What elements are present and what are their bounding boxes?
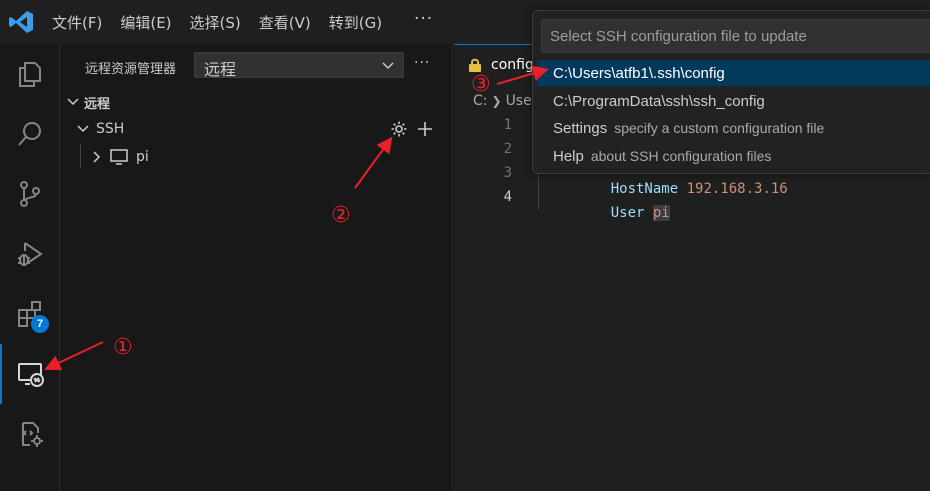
quick-pick-item-description: specify a custom configuration file — [614, 120, 825, 136]
section-remote-header[interactable]: 远程 — [61, 90, 453, 114]
quick-pick-item[interactable]: Settings specify a custom configuration … — [537, 115, 930, 141]
menu-go[interactable]: 转到(G) — [329, 12, 382, 33]
quick-pick-item-label: Settings — [553, 119, 608, 137]
menu-more-button[interactable]: ··· — [414, 9, 433, 29]
ssh-config-quick-pick: Select SSH configuration file to update … — [532, 10, 930, 174]
code-value: pi — [652, 205, 670, 221]
remote-settings-icon — [22, 422, 43, 447]
tab-config-label: config — [491, 56, 534, 73]
quick-pick-item-label: Help — [553, 147, 584, 165]
activity-run-debug[interactable] — [0, 224, 60, 284]
explorer-icon — [19, 62, 41, 87]
tree-item-ssh-label: SSH — [96, 121, 125, 137]
quick-pick-item-description: about SSH configuration files — [590, 148, 772, 164]
quick-pick-item[interactable]: C:\ProgramData\ssh\ssh_config — [537, 88, 930, 114]
tree-item-host-pi[interactable]: pi — [61, 145, 453, 169]
remote-type-select-value: 远程 — [204, 60, 237, 79]
activity-search[interactable] — [0, 104, 60, 164]
chevron-down-icon — [382, 62, 394, 70]
line-number: 2 — [503, 141, 512, 157]
quick-pick-item[interactable]: C:\Users\atfb1\.ssh\config — [537, 60, 930, 86]
menu-edit[interactable]: 编辑(E) — [120, 12, 171, 33]
remote-explorer-sidebar: 远程资源管理器 远程 ··· 远程 SSH pi — [61, 44, 453, 491]
quick-pick-item-label: C:\Users\atfb1\.ssh\config — [553, 64, 725, 82]
section-remote-label: 远程 — [84, 96, 111, 112]
tab-config[interactable]: config — [454, 44, 544, 84]
sidebar-more-button[interactable]: ··· — [414, 55, 430, 71]
line-number: 1 — [503, 117, 512, 133]
run-debug-icon — [18, 242, 43, 266]
add-icon[interactable] — [416, 120, 434, 138]
activity-explorer[interactable] — [0, 44, 60, 104]
activity-bar: 7 — [0, 44, 60, 491]
menu-view[interactable]: 查看(V) — [259, 12, 311, 33]
line-number: 4 — [503, 189, 512, 205]
menu-file[interactable]: 文件(F) — [52, 12, 102, 33]
annotation-marker-1: ① — [113, 335, 133, 360]
sidebar-title: 远程资源管理器 — [85, 62, 177, 77]
code-key: User — [610, 205, 645, 221]
source-control-icon — [20, 181, 40, 207]
quick-pick-input[interactable]: Select SSH configuration file to update — [541, 19, 930, 53]
chevron-down-icon — [67, 98, 79, 106]
line-number: 3 — [503, 165, 512, 181]
activity-remote-settings[interactable] — [0, 404, 60, 464]
remote-type-select[interactable]: 远程 — [194, 52, 404, 79]
chevron-down-icon — [77, 125, 89, 133]
code-value: 192.168.3.16 — [686, 181, 788, 197]
activity-extensions[interactable]: 7 — [0, 284, 60, 344]
gear-icon[interactable] — [390, 120, 408, 138]
annotation-marker-2: ② — [331, 203, 351, 228]
menu-selection[interactable]: 选择(S) — [190, 12, 241, 33]
quick-pick-item[interactable]: Help about SSH configuration files — [537, 143, 930, 169]
activity-source-control[interactable] — [0, 164, 60, 224]
search-icon — [18, 122, 41, 146]
remote-explorer-icon — [18, 363, 44, 387]
code-line-4[interactable]: User pi — [577, 189, 670, 237]
tree-item-host-pi-label: pi — [136, 149, 149, 165]
extensions-badge: 7 — [31, 315, 49, 333]
chevron-right-icon: ❯ — [491, 94, 502, 108]
monitor-icon — [110, 149, 128, 165]
annotation-marker-3: ③ — [471, 72, 491, 97]
quick-pick-item-label: C:\ProgramData\ssh\ssh_config — [553, 92, 765, 110]
lock-icon — [469, 58, 481, 72]
activity-remote-explorer[interactable] — [0, 344, 60, 404]
menu-bar: 文件(F) 编辑(E) 选择(S) 查看(V) 转到(G) — [52, 0, 400, 44]
quick-pick-placeholder: Select SSH configuration file to update — [550, 28, 807, 45]
vscode-logo-icon — [9, 11, 33, 33]
chevron-right-icon — [93, 151, 101, 163]
